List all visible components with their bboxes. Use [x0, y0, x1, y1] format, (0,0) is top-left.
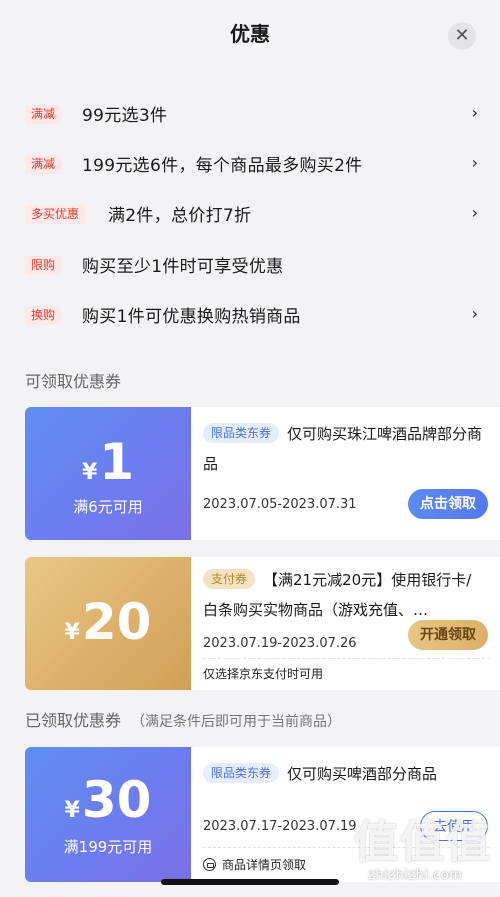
- coupon-note-text: 商品详情页领取: [222, 858, 307, 872]
- available-coupons-title: 可领取优惠券: [25, 368, 121, 392]
- home-indicator[interactable]: [161, 879, 339, 885]
- coupon-value-panel: ¥30 满199元可用: [25, 747, 191, 882]
- section-title-text: 可领取优惠券: [25, 372, 122, 391]
- coupon-validity-date: 2023.07.17-2023.07.19: [203, 819, 357, 834]
- promo-row[interactable]: 换购 购买1件可优惠换购热销商品 ›: [0, 290, 500, 340]
- promo-row[interactable]: 满减 199元选6件，每个商品最多购买2件 ›: [0, 139, 500, 189]
- coupon-value-panel: ¥1 满6元可用: [25, 407, 191, 540]
- promo-text: 购买1件可优惠换购热销商品: [82, 307, 301, 327]
- section-subtitle: （满足条件后即可用于当前商品）: [131, 714, 342, 730]
- promo-tag: 限购: [25, 256, 62, 275]
- coupon-card: ¥20 支付券 【满21元减20元】使用银行卡/白条购买实物商品（游戏充值、… 2…: [25, 557, 500, 690]
- chevron-right-icon: ›: [471, 103, 478, 122]
- coupon-validity-date: 2023.07.05-2023.07.31: [203, 497, 357, 512]
- coupon-info: 支付券 【满21元减20元】使用银行卡/白条购买实物商品（游戏充值、… 2023.…: [203, 557, 490, 690]
- coupon-amount: ¥30: [25, 775, 191, 825]
- chevron-right-icon: ›: [471, 304, 478, 323]
- coupon-amount: ¥20: [25, 597, 191, 647]
- chevron-right-icon: ›: [471, 203, 478, 222]
- product-page-icon: [203, 858, 216, 871]
- coupon-note: 商品详情页领取: [203, 856, 306, 873]
- promotion-sheet: 优惠 ✕ 京豆 满减 99元选3件 › 满减 199元选6件，每个商品最多购买2…: [0, 0, 500, 897]
- coupon-info: 限品类东券 仅可购买珠江啤酒品牌部分商品 2023.07.05-2023.07.3…: [203, 407, 490, 540]
- claim-coupon-button[interactable]: 点击领取: [408, 489, 488, 519]
- promo-row[interactable]: 多买优惠 满2件，总价打7折 ›: [0, 189, 500, 239]
- close-icon[interactable]: ✕: [448, 22, 476, 50]
- chevron-right-icon: ›: [471, 153, 478, 172]
- coupon-type-tag: 限品类东券: [203, 423, 280, 443]
- coupon-value-panel: ¥20: [25, 557, 191, 690]
- sheet-title: 优惠: [230, 22, 270, 46]
- promo-tag: 满减: [25, 155, 62, 174]
- coupon-note: 仅选择京东支付时可用: [203, 667, 324, 681]
- section-title-text: 已领取优惠券: [25, 711, 122, 730]
- coupon-condition: 满199元可用: [63, 838, 153, 856]
- coupon-description: 限品类东券 仅可购买珠江啤酒品牌部分商品: [203, 419, 485, 479]
- coupon-description: 支付券 【满21元减20元】使用银行卡/白条购买实物商品（游戏充值、…: [203, 565, 485, 625]
- coupon-description: 限品类东券 仅可购买啤酒部分商品: [203, 759, 485, 789]
- currency-symbol: ¥: [64, 620, 80, 645]
- promo-text: 99元选3件: [82, 106, 168, 126]
- watermark: 值值值 zhizhizhi.com: [350, 806, 500, 897]
- coupon-amount-value: 20: [81, 593, 152, 651]
- currency-symbol: ¥: [64, 798, 80, 823]
- coupon-card: ¥1 满6元可用 限品类东券 仅可购买珠江啤酒品牌部分商品 2023.07.05-…: [25, 407, 500, 540]
- promo-text: 购买至少1件时可享受优惠: [82, 257, 284, 277]
- promo-tag: 满减: [25, 105, 62, 124]
- activate-claim-button[interactable]: 开通领取: [408, 620, 488, 650]
- watermark-url: zhizhizhi.com: [368, 868, 463, 883]
- watermark-logo: 值值值: [354, 817, 492, 868]
- coupon-amount: ¥1: [25, 437, 191, 487]
- currency-symbol: ¥: [81, 460, 98, 485]
- promo-tag: 换购: [25, 306, 62, 325]
- promo-text: 199元选6件，每个商品最多购买2件: [82, 156, 363, 176]
- dashed-divider: [203, 658, 490, 659]
- coupon-desc-text: 仅可购买啤酒部分商品: [287, 765, 438, 783]
- coupon-validity-date: 2023.07.19-2023.07.26: [203, 636, 357, 651]
- promo-row: 限购 购买至少1件时可享受优惠: [0, 240, 500, 290]
- coupon-condition: 满6元可用: [73, 498, 143, 516]
- claimed-coupons-title: 已领取优惠券 （满足条件后即可用于当前商品）: [25, 707, 341, 731]
- coupon-type-tag: 支付券: [203, 569, 256, 589]
- coupon-amount-value: 1: [99, 433, 135, 491]
- coupon-amount-value: 30: [81, 771, 152, 829]
- coupon-type-tag: 限品类东券: [203, 763, 280, 783]
- promo-tag: 多买优惠: [25, 205, 86, 224]
- promo-text: 满2件，总价打7折: [108, 206, 252, 226]
- promo-row[interactable]: 满减 99元选3件 ›: [0, 89, 500, 139]
- sheet-header: 优惠 ✕: [0, 0, 500, 62]
